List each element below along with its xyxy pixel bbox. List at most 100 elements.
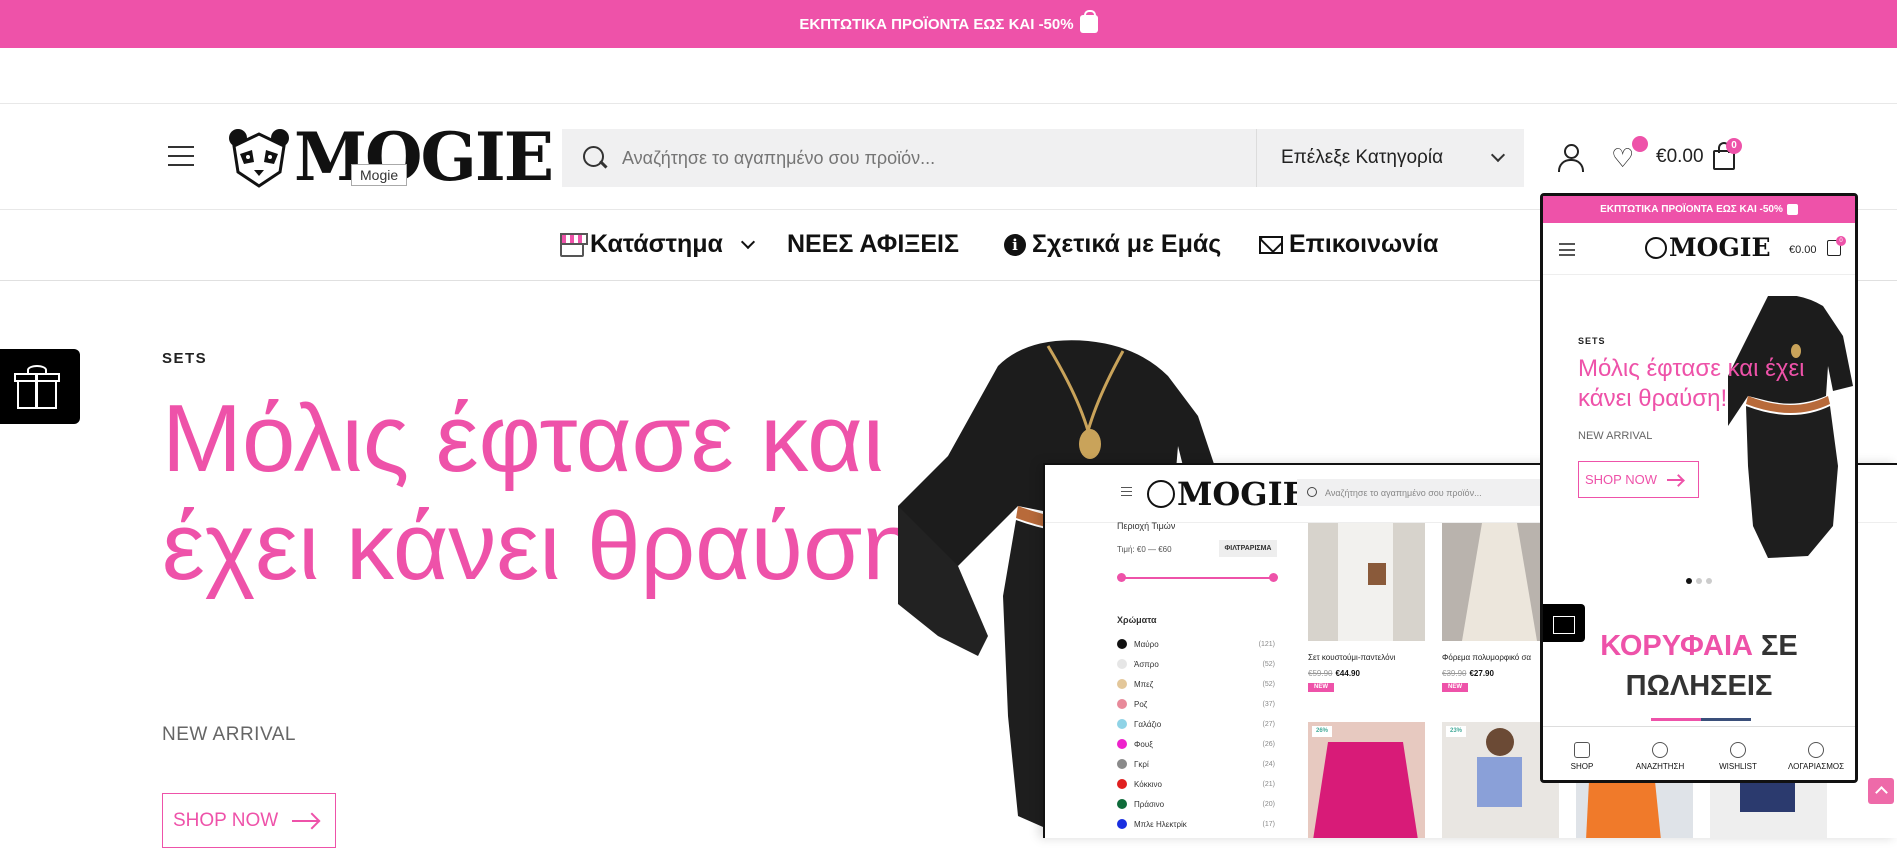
color-filter-row: Πράσινο (20)	[1117, 799, 1275, 809]
chevron-down-icon	[740, 234, 755, 249]
color-name: Άσπρο	[1134, 659, 1159, 669]
phone-hero-title: Μόλις έφτασε και έχει κάνει θραύση!	[1578, 355, 1805, 412]
menu-icon[interactable]	[168, 146, 194, 166]
phone-promo-text: ΕΚΠΤΩΤΙΚΑ ΠΡΟΪΟΝΤΑ ΕΩΣ ΚΑΙ -50%	[1600, 204, 1783, 215]
color-count: (37)	[1262, 700, 1275, 708]
store-icon	[1574, 742, 1590, 758]
color-name: Πράσινο	[1134, 799, 1165, 809]
color-name: Γαλάζιο	[1134, 719, 1162, 729]
product-image	[1308, 722, 1425, 838]
cart-count-badge: 0	[1836, 236, 1846, 246]
nav-item-label: ΝΕΕΣ ΑΦΙΞΕΙΣ	[787, 230, 959, 258]
color-swatch	[1117, 699, 1127, 709]
hero-subtitle: NEW ARRIVAL	[162, 724, 296, 745]
arrow-right-icon	[292, 819, 319, 822]
product-name: Φόρεμα πολυμορφικό σα	[1442, 653, 1532, 662]
phone-logo-text: MOGIE	[1669, 233, 1771, 262]
wishlist-icon[interactable]: ♡	[1611, 145, 1637, 171]
product-price: €39.90 €27.90	[1442, 669, 1494, 678]
account-icon[interactable]	[1557, 144, 1584, 172]
wishlist-badge	[1632, 136, 1648, 152]
carousel-dots	[1686, 578, 1712, 584]
phone-bestsellers-heading: ΚΟΡΥΦΑΙΑ ΣΕ ΠΩΛΗΣΕΙΣ	[1543, 626, 1855, 706]
color-filter-row: Μπεζ (52)	[1117, 679, 1275, 689]
info-icon: i	[1004, 233, 1026, 256]
carousel-dot	[1706, 578, 1712, 584]
bottom-nav-shop: SHOP	[1543, 727, 1621, 780]
color-name: Μπλε Ηλεκτρίκ	[1134, 819, 1187, 829]
color-count: (52)	[1262, 680, 1275, 688]
scroll-to-top-button[interactable]	[1868, 778, 1894, 804]
discount-badge: 26%	[1312, 726, 1332, 737]
nav-item-label: Σχετικά με Εμάς	[1032, 230, 1222, 258]
color-swatch	[1117, 659, 1127, 669]
search-input[interactable]	[622, 147, 1222, 169]
current-price: €27.90	[1469, 669, 1494, 678]
heading-dark: ΠΩΛΗΣΕΙΣ	[1625, 670, 1773, 702]
new-badge: NEW	[1442, 683, 1468, 692]
slider-handle-min	[1117, 573, 1126, 582]
color-name: Φουξ	[1134, 739, 1153, 749]
carousel-dot	[1686, 578, 1692, 584]
gift-button[interactable]	[0, 349, 80, 424]
cart-count-badge: 0	[1726, 138, 1742, 154]
color-filter-row: Άσπρο (52)	[1117, 659, 1275, 669]
search-icon[interactable]	[582, 145, 608, 171]
bottom-nav-account: ΛΟΓΑΡΙΑΣΜΟΣ	[1777, 727, 1855, 780]
carousel-dot	[1696, 578, 1702, 584]
filter-button: ΦΙΛΤΡΑΡΙΣΜΑ	[1219, 540, 1277, 557]
current-price: €44.90	[1335, 669, 1360, 678]
nav-item-contact[interactable]: Επικοινωνία	[1259, 230, 1438, 259]
phone-hero-image	[1728, 296, 1853, 558]
panda-logo-icon	[1645, 236, 1667, 259]
color-filter-row: Γκρί (24)	[1117, 759, 1275, 769]
shop-now-button[interactable]: SHOP NOW	[162, 793, 336, 848]
mail-icon	[1259, 235, 1283, 254]
color-swatch	[1117, 639, 1127, 649]
shop-now-label: SHOP NOW	[173, 809, 279, 831]
category-select[interactable]: Επέλεξε Κατηγορία	[1281, 129, 1506, 187]
gift-icon	[14, 365, 60, 409]
user-icon	[1808, 742, 1824, 758]
phone-bottom-nav: SHOP ΑΝΑΖΗΤΗΣΗ WISHLIST ΛΟΓΑΡΙΑΣΜΟΣ	[1543, 726, 1855, 780]
nav-item-store[interactable]: Κατάστημα	[560, 230, 755, 259]
price-slider	[1121, 577, 1273, 579]
colors-title: Χρώματα	[1117, 615, 1157, 625]
color-count: (24)	[1262, 760, 1275, 768]
promo-bar: ΕΚΠΤΩΤΙΚΑ ΠΡΟΪΟΝΤΑ ΕΩΣ ΚΑΙ -50%	[0, 0, 1897, 48]
color-count: (121)	[1258, 640, 1275, 648]
bottom-nav-label: WISHLIST	[1719, 762, 1757, 771]
phone-hero-subtitle: NEW ARRIVAL	[1578, 430, 1653, 442]
color-swatch	[1117, 739, 1127, 749]
search-bar: Επέλεξε Κατηγορία	[562, 129, 1524, 187]
color-swatch	[1117, 759, 1127, 769]
shopping-bag-icon	[1079, 10, 1098, 33]
mobile-preview: ΕΚΠΤΩΤΙΚΑ ΠΡΟΪΟΝΤΑ ΕΩΣ ΚΑΙ -50% MOGIE €0…	[1540, 193, 1858, 783]
panda-logo-icon	[1147, 480, 1175, 508]
color-count: (52)	[1262, 660, 1275, 668]
color-filter-row: Μαύρο (121)	[1117, 639, 1275, 649]
color-filter-row: Γαλάζιο (27)	[1117, 719, 1275, 729]
color-filter-row: Ροζ (37)	[1117, 699, 1275, 709]
phone-header: MOGIE €0.00 0	[1543, 223, 1855, 275]
phone-shop-now-label: SHOP NOW	[1585, 472, 1657, 487]
heart-icon	[1730, 742, 1746, 758]
phone-cart-total: €0.00	[1789, 244, 1817, 256]
arrow-right-icon	[1667, 478, 1683, 481]
bottom-nav-label: ΛΟΓΑΡΙΑΣΜΟΣ	[1787, 762, 1845, 771]
color-name: Μαύρο	[1134, 639, 1159, 649]
new-badge: NEW	[1308, 683, 1334, 692]
nav-item-about[interactable]: i Σχετικά με Εμάς	[1004, 230, 1221, 259]
search-icon	[1652, 742, 1668, 758]
preview-filter-panel: Περιοχή Τιμών Τιμή: €0 — €60 ΦΙΛΤΡΑΡΙΣΜΑ…	[1117, 521, 1287, 838]
nav-item-new-arrivals[interactable]: ΝΕΕΣ ΑΦΙΞΕΙΣ	[787, 230, 959, 259]
cart-total[interactable]: €0.00	[1656, 146, 1704, 168]
old-price: €59.90	[1308, 669, 1333, 678]
phone-logo: MOGIE	[1645, 233, 1771, 262]
hero-tag: SETS	[162, 350, 208, 367]
color-swatch	[1117, 819, 1127, 829]
product-price: €59.90 €44.90	[1308, 669, 1360, 678]
color-swatch	[1117, 799, 1127, 809]
color-count: (21)	[1262, 780, 1275, 788]
color-name: Γκρί	[1134, 759, 1149, 769]
